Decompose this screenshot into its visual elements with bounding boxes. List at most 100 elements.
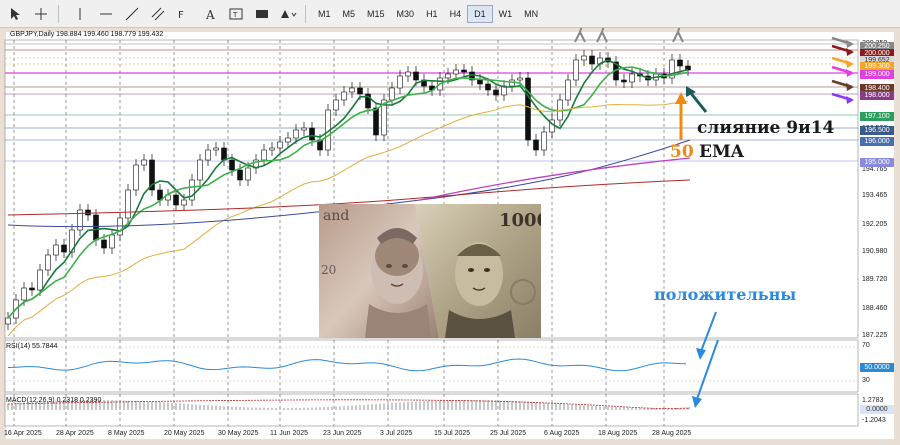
candle-body [229, 159, 235, 171]
banknotes-image: and 20 10000 [319, 204, 541, 338]
price-tick: 189.720 [862, 276, 888, 283]
date-tick: 28 Apr 2025 [56, 430, 94, 437]
macd-level-zero: 0.0000 [860, 405, 894, 414]
vertical-line-icon[interactable] [69, 3, 91, 25]
candle-body [197, 159, 203, 181]
ema-number-annotation: 50 [670, 142, 694, 162]
timeframe-mn[interactable]: MN [518, 6, 544, 22]
svg-text:20: 20 [321, 263, 336, 277]
candle-body [357, 87, 363, 95]
date-tick: 11 Jun 2025 [270, 430, 309, 437]
macd-label: MACD(12,26,9) 0.2318 0.2390 [6, 397, 102, 404]
candle-body [573, 59, 579, 81]
rectangle-icon[interactable] [251, 3, 273, 25]
channel-icon[interactable] [147, 3, 169, 25]
candle-body [29, 287, 35, 291]
candle-body [445, 73, 451, 79]
timeframe-m30[interactable]: M30 [391, 6, 421, 22]
candle-body [221, 147, 227, 161]
timeframe-m15[interactable]: M15 [361, 6, 391, 22]
timeframe-h4[interactable]: H4 [444, 6, 468, 22]
candle-body [21, 287, 27, 301]
macd-level-low: -1.2043 [862, 417, 886, 424]
candle-body [141, 159, 147, 166]
date-tick: 18 Aug 2025 [598, 430, 638, 437]
macd-pane [4, 393, 859, 427]
candle-body [93, 214, 99, 241]
candle-body [53, 244, 59, 256]
toolbar-separator [58, 4, 59, 23]
svg-text:10000: 10000 [499, 210, 541, 231]
svg-text:F: F [178, 10, 184, 21]
candle-body [581, 55, 587, 61]
price-level-label: 199.000 [860, 70, 894, 79]
candle-body [349, 87, 355, 93]
timeframe-h1[interactable]: H1 [420, 6, 444, 22]
candle-body [261, 149, 267, 161]
date-tick: 8 May 2025 [108, 430, 145, 437]
horizontal-line-icon[interactable] [95, 3, 117, 25]
candle-body [213, 147, 219, 151]
svg-text:A: A [205, 8, 215, 21]
price-level-label: 196.000 [860, 137, 894, 146]
candle-body [37, 269, 43, 291]
date-tick: 15 Jul 2025 [434, 430, 471, 437]
candle-body [453, 69, 459, 75]
trendline-icon[interactable] [121, 3, 143, 25]
timeframe-w1[interactable]: W1 [493, 6, 519, 22]
merge-annotation: слияние 9и14 [697, 118, 835, 138]
candle-body [373, 107, 379, 136]
candle-body [5, 317, 11, 325]
candle-body [85, 209, 91, 216]
timeframe-d1[interactable]: D1 [467, 4, 493, 23]
price-tick: 192.205 [862, 221, 888, 228]
candle-body [477, 79, 483, 85]
cursor-icon[interactable] [4, 3, 26, 25]
crosshair-icon[interactable] [30, 3, 52, 25]
price-tick: 188.460 [862, 305, 888, 312]
candle-body [461, 69, 467, 73]
date-tick: 30 May 2025 [218, 430, 259, 437]
svg-text:T: T [232, 11, 238, 19]
toolbar-separator [305, 4, 306, 23]
candle-body [493, 89, 499, 96]
price-tick: 190.980 [862, 248, 888, 255]
candle-body [485, 83, 491, 91]
candle-body [181, 199, 187, 206]
candle-body [621, 79, 627, 83]
fibonacci-icon[interactable]: F [173, 3, 195, 25]
label-icon[interactable]: T [225, 3, 247, 25]
date-tick: 28 Aug 2025 [652, 430, 692, 437]
price-tick: 194.765 [862, 166, 888, 173]
macd-level-high: 1.2783 [862, 397, 884, 404]
price-level-label: 198.000 [860, 91, 894, 100]
candle-body [389, 87, 395, 101]
candle-body [541, 131, 547, 151]
candle-body [245, 167, 251, 181]
candle-body [101, 239, 107, 249]
candle-body [629, 73, 635, 83]
date-tick: 25 Jul 2025 [490, 430, 527, 437]
candle-body [517, 77, 523, 81]
candle-body [45, 254, 51, 271]
candle-body [677, 59, 683, 67]
candle-body [61, 244, 67, 253]
banknotes-photo: and 20 10000 [319, 204, 541, 338]
price-tick: 187.225 [862, 332, 888, 339]
text-icon[interactable]: A [199, 3, 221, 25]
positive-annotation: положительны [654, 285, 797, 304]
date-tick: 16 Apr 2025 [4, 430, 42, 437]
date-tick: 6 Aug 2025 [544, 430, 580, 437]
candle-body [341, 91, 347, 101]
timeframe-m5[interactable]: M5 [337, 6, 362, 22]
timeframe-m1[interactable]: M1 [312, 6, 337, 22]
candle-body [333, 99, 339, 111]
candle-body [565, 79, 571, 101]
candle-body [397, 75, 403, 89]
candle-body [277, 141, 283, 149]
candle-body [133, 164, 139, 191]
shapes-icon[interactable] [277, 3, 299, 25]
price-tick: 193.465 [862, 192, 888, 199]
date-tick: 23 Jun 2025 [323, 430, 362, 437]
candle-body [205, 149, 211, 161]
